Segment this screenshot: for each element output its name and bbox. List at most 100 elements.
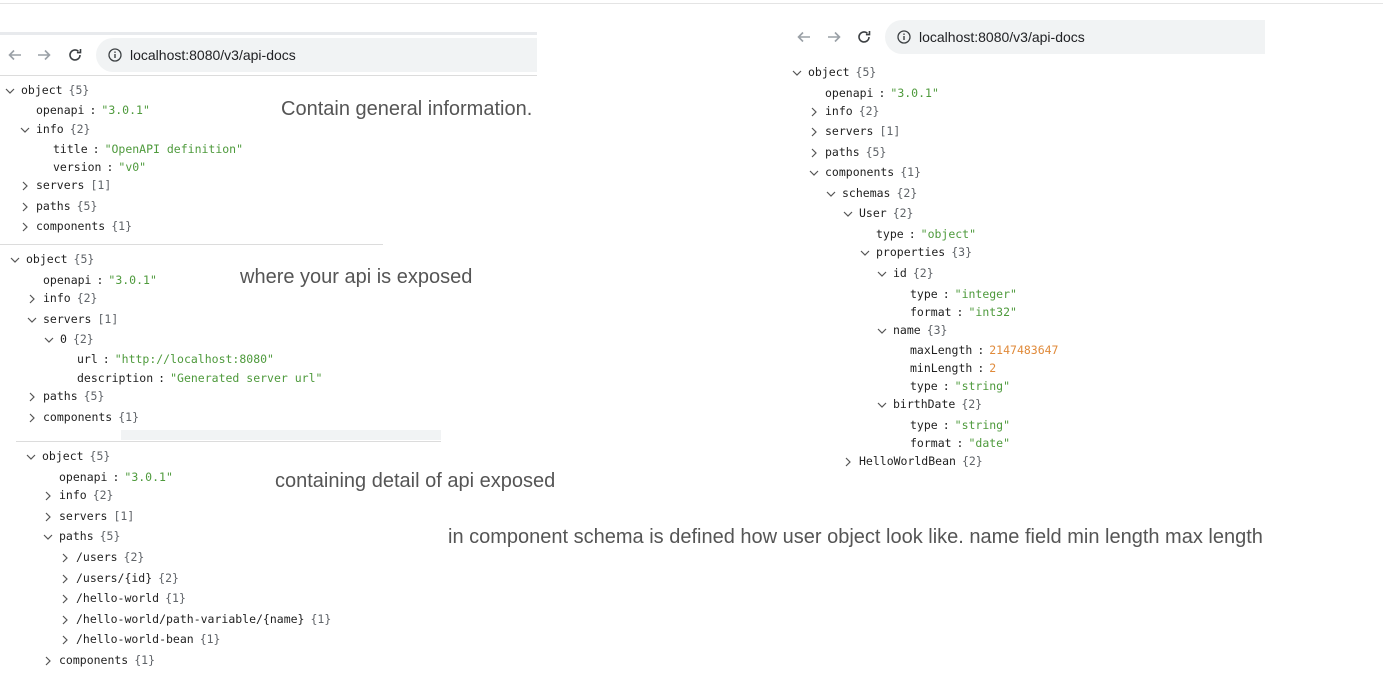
chevron-right-icon — [42, 490, 54, 502]
toolbar-top-line-left — [0, 32, 537, 35]
panel-separator-shade — [121, 430, 441, 440]
tree-node-path-users-id[interactable]: /users/{id} {2} — [59, 569, 179, 588]
tree-leaf-openapi: openapi: "3.0.1" — [43, 273, 157, 287]
chevron-down-icon — [808, 167, 820, 179]
chevron-right-icon — [19, 221, 31, 233]
tree-node-schemas[interactable]: schemas {2} — [825, 184, 917, 203]
tree-node-servers[interactable]: servers [1] — [808, 122, 900, 141]
tree-node-birth-date[interactable]: birthDate {2} — [876, 395, 982, 414]
chevron-right-icon — [19, 201, 31, 213]
back-button[interactable] — [4, 44, 26, 66]
chevron-right-icon — [59, 593, 71, 605]
tree-node-paths[interactable]: paths {5} — [42, 527, 120, 546]
tree-leaf-version: version: "v0" — [53, 160, 147, 174]
window-top-border — [0, 3, 1383, 4]
tree-leaf-openapi: openapi: "3.0.1" — [36, 103, 150, 117]
annotation-paths: containing detail of api exposed — [275, 470, 556, 492]
tree-node-paths[interactable]: paths {5} — [19, 197, 97, 216]
tree-node-server-0[interactable]: 0 {2} — [43, 330, 94, 349]
address-bar[interactable]: localhost:8080/v3/api-docs — [96, 38, 537, 72]
back-button[interactable] — [793, 26, 815, 48]
chevron-down-icon — [26, 314, 38, 326]
tree-node-components[interactable]: components {1} — [19, 217, 132, 236]
chevron-down-icon — [25, 451, 37, 463]
tree-leaf-user-type: type: "object" — [876, 227, 977, 241]
arrow-left-icon — [8, 49, 21, 61]
info-icon[interactable] — [897, 30, 911, 44]
chevron-down-icon — [42, 531, 54, 543]
tree-node-object[interactable]: object {5} — [791, 63, 876, 82]
chevron-right-icon — [808, 126, 820, 138]
info-icon[interactable] — [108, 48, 122, 62]
tree-leaf-openapi: openapi: "3.0.1" — [59, 470, 173, 484]
tree-node-servers[interactable]: servers [1] — [26, 310, 118, 329]
tree-leaf-openapi: openapi: "3.0.1" — [825, 86, 939, 100]
url-text: localhost:8080/v3/api-docs — [130, 47, 296, 63]
forward-button[interactable] — [823, 26, 845, 48]
tree-node-components[interactable]: components {1} — [808, 163, 921, 182]
tree-node-properties[interactable]: properties {3} — [859, 243, 972, 262]
annotation-components: in component schema is defined how user … — [448, 526, 1263, 548]
chevron-down-icon — [9, 254, 21, 266]
chevron-down-icon — [876, 268, 888, 280]
forward-button[interactable] — [33, 44, 55, 66]
tree-node-user[interactable]: User {2} — [842, 204, 913, 223]
tree-node-path-users[interactable]: /users {2} — [59, 548, 144, 567]
tree-node-id[interactable]: id {2} — [876, 264, 934, 283]
tree-leaf-name-type: type: "string" — [910, 379, 1011, 393]
chevron-right-icon — [42, 511, 54, 523]
chevron-right-icon — [842, 456, 854, 468]
tree-node-object[interactable]: object {5} — [25, 447, 110, 466]
tree-leaf-birth-format: format: "date" — [910, 436, 1011, 450]
toolbar-bottom-line-left — [0, 75, 537, 76]
tree-leaf-description: description: "Generated server url" — [77, 371, 323, 385]
tree-node-path-hello-world-path-variable[interactable]: /hello-world/path-variable/{name} {1} — [59, 610, 331, 629]
address-bar[interactable]: localhost:8080/v3/api-docs — [885, 20, 1265, 54]
reload-button[interactable] — [64, 44, 86, 66]
tree-leaf-id-type: type: "integer" — [910, 287, 1017, 301]
tree-node-info[interactable]: info {2} — [26, 289, 97, 308]
tree-node-name[interactable]: name {3} — [876, 321, 947, 340]
reload-button[interactable] — [853, 26, 875, 48]
tree-node-path-hello-world-bean[interactable]: /hello-world-bean {1} — [59, 630, 220, 649]
tree-node-path-hello-world[interactable]: /hello-world {1} — [59, 589, 186, 608]
tree-node-info[interactable]: info {2} — [808, 102, 879, 121]
chevron-right-icon — [19, 180, 31, 192]
tree-node-hello-world-bean[interactable]: HelloWorldBean {2} — [842, 452, 983, 471]
arrow-right-icon — [38, 49, 51, 61]
chevron-down-icon — [43, 334, 55, 346]
browser-toolbar-left: localhost:8080/v3/api-docs — [0, 35, 537, 75]
chevron-right-icon — [59, 614, 71, 626]
chevron-right-icon — [59, 573, 71, 585]
chevron-down-icon — [4, 85, 16, 97]
chevron-down-icon — [842, 208, 854, 220]
arrow-right-icon — [828, 31, 841, 43]
tree-node-paths[interactable]: paths {5} — [808, 143, 886, 162]
reload-icon — [69, 49, 82, 61]
panel-separator — [16, 441, 441, 442]
chevron-right-icon — [808, 106, 820, 118]
tree-leaf-min-length: minLength:2 — [910, 361, 997, 375]
tree-node-components[interactable]: components {1} — [42, 651, 155, 670]
chevron-right-icon — [59, 552, 71, 564]
arrow-left-icon — [797, 31, 810, 43]
tree-node-object[interactable]: object {5} — [4, 81, 89, 100]
tree-node-paths[interactable]: paths {5} — [26, 387, 104, 406]
tree-node-servers[interactable]: servers [1] — [42, 507, 134, 526]
tree-node-components[interactable]: components {1} — [26, 408, 139, 427]
tree-node-object[interactable]: object {5} — [9, 250, 94, 269]
tree-node-info[interactable]: info {2} — [19, 120, 90, 139]
chevron-right-icon — [808, 147, 820, 159]
chevron-down-icon — [859, 247, 871, 259]
tree-leaf-max-length: maxLength:2147483647 — [910, 343, 1059, 357]
panel-separator — [0, 244, 383, 245]
tree-node-servers[interactable]: servers [1] — [19, 176, 111, 195]
browser-toolbar-right: localhost:8080/v3/api-docs — [790, 17, 1265, 57]
chevron-down-icon — [876, 399, 888, 411]
chevron-right-icon — [42, 655, 54, 667]
chevron-right-icon — [26, 293, 38, 305]
tree-leaf-url: url: "http://localhost:8080" — [77, 352, 274, 366]
tree-leaf-birth-type: type: "string" — [910, 418, 1011, 432]
tree-node-info[interactable]: info {2} — [42, 486, 113, 505]
chevron-down-icon — [825, 188, 837, 200]
